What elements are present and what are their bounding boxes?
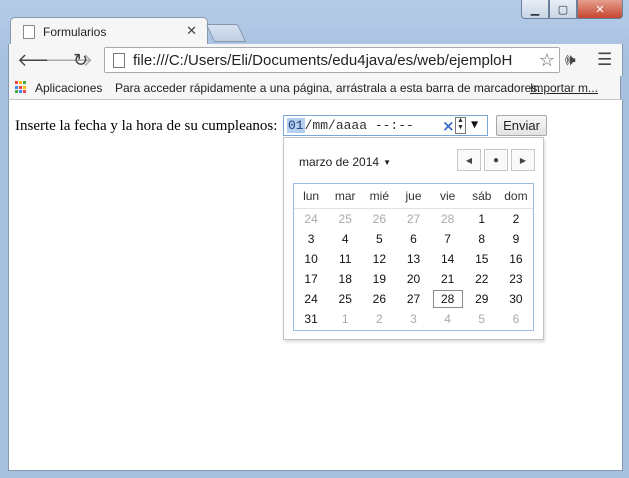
calendar-day[interactable]: 4 [431,309,465,329]
dropdown-arrow-icon[interactable]: ▼ [471,118,478,132]
day-segment[interactable]: 01 [287,118,305,133]
date-rest[interactable]: /mm/aaaa --:-- [305,118,414,133]
calendar-day[interactable]: 11 [328,249,362,269]
calendar-day[interactable]: 21 [431,269,465,289]
calendar-day[interactable]: 15 [465,249,499,269]
page-icon [23,24,35,39]
datetime-input[interactable]: 01/mm/aaaa --:-- × ▲ ▼ ▼ [283,115,488,136]
calendar-day[interactable]: 6 [396,229,430,249]
calendar-day[interactable]: 22 [465,269,499,289]
calendar-day[interactable]: 5 [362,229,396,249]
month-selector[interactable]: marzo de 2014 ▼ [299,155,391,169]
tab-title: Formularios [43,24,107,39]
calendar-day[interactable]: 16 [499,249,533,269]
calendar-day[interactable]: 3 [396,309,430,329]
caret-down-icon: ▼ [383,158,391,167]
calendar-day[interactable]: 2 [362,309,396,329]
weekday-label: mar [334,189,356,203]
calendar-day-today[interactable]: 28 [432,290,463,308]
calendar-grid: lun mar mié jue vie sáb dom 24 25 26 27 28 1 2 3 4 5 6 7 8… [293,183,534,331]
calendar-day[interactable]: 3 [294,229,328,249]
bookmarks-bar: Aplicaciones Para acceder rápidamente a … [8,76,621,100]
month-navigation: ◀ ● ▶ [454,149,535,171]
calendar-day[interactable]: 29 [465,289,499,309]
calendar-day[interactable]: 14 [431,249,465,269]
calendar-day[interactable]: 9 [499,229,533,249]
url-text: file:///C:/Users/Eli/Documents/edu4java/… [133,51,513,69]
calendar-day[interactable]: 31 [294,309,328,329]
calendar-day[interactable]: 6 [499,309,533,329]
calendar-day[interactable]: 24 [294,209,328,229]
window-controls: ▁ ▢ ✕ [521,0,623,19]
minimize-button[interactable]: ▁ [521,0,549,19]
calendar-day[interactable]: 4 [328,229,362,249]
maximize-button[interactable]: ▢ [549,0,577,19]
calendar-day[interactable]: 2 [499,209,533,229]
new-tab-button[interactable] [205,24,247,42]
calendar-days: 24 25 26 27 28 1 2 3 4 5 6 7 8 9 10 11 12 13 14 15 16 17 18 19 2… [294,209,533,329]
calendar-popup: marzo de 2014 ▼ ◀ ● ▶ lun mar mié jue vie sáb d… [283,137,544,340]
calendar-day[interactable]: 1 [465,209,499,229]
apps-link[interactable]: Aplicaciones [35,81,102,95]
calendar-day[interactable]: 20 [396,269,430,289]
address-bar[interactable]: file:///C:/Users/Eli/Documents/edu4java/… [104,47,560,73]
calendar-day[interactable]: 23 [499,269,533,289]
calendar-day[interactable]: 1 [328,309,362,329]
weekday-label: lun [303,189,320,203]
reload-icon[interactable]: ↻ [73,50,88,71]
calendar-day[interactable]: 27 [396,209,430,229]
calendar-day[interactable]: 5 [465,309,499,329]
spinner-icon[interactable]: ▲ ▼ [455,117,466,134]
weekday-header: lun mar mié jue vie sáb dom [294,184,533,209]
calendar-day[interactable]: 26 [362,209,396,229]
speaker-icon[interactable]: 🕪 [565,50,576,70]
weekday-label: dom [504,189,528,203]
calendar-day[interactable]: 26 [362,289,396,309]
calendar-day[interactable]: 24 [294,289,328,309]
bookmarks-hint: Para acceder rápidamente a una página, a… [115,81,541,95]
calendar-day[interactable]: 18 [328,269,362,289]
calendar-day[interactable]: 19 [362,269,396,289]
clear-icon[interactable]: × [442,117,455,135]
browser-tab[interactable]: Formularios ✕ [10,17,208,45]
calendar-day[interactable]: 30 [499,289,533,309]
calendar-day[interactable]: 10 [294,249,328,269]
calendar-day[interactable]: 28 [431,209,465,229]
browser-window: ▁ ▢ ✕ Formularios ✕ 🡐 🡒 ↻ file:///C:/Use… [0,0,629,478]
today-button[interactable]: ● [484,149,508,171]
page-content: Inserte la fecha y la hora de su cumplea… [8,100,623,471]
calendar-day[interactable]: 25 [328,209,362,229]
calendar-day[interactable]: 17 [294,269,328,289]
apps-icon[interactable] [15,81,28,94]
toolbar: 🡐 🡒 ↻ file:///C:/Users/Eli/Documents/edu… [8,44,623,76]
weekday-label: jue [405,189,422,203]
month-label: marzo de 2014 [299,155,380,169]
weekday-label: vie [439,189,456,203]
menu-icon[interactable]: ☰ [597,50,612,70]
weekday-label: sáb [472,189,492,203]
weekday-label: mié [369,189,390,203]
prev-month-button[interactable]: ◀ [457,149,481,171]
calendar-day[interactable]: 12 [362,249,396,269]
submit-button[interactable]: Enviar [496,115,547,136]
calendar-day[interactable]: 13 [396,249,430,269]
calendar-day[interactable]: 8 [465,229,499,249]
calendar-day[interactable]: 27 [396,289,430,309]
file-icon [113,52,125,68]
next-month-button[interactable]: ▶ [511,149,535,171]
close-tab-icon[interactable]: ✕ [186,24,197,39]
calendar-day[interactable]: 25 [328,289,362,309]
calendar-day[interactable]: 7 [431,229,465,249]
import-bookmarks-link[interactable]: Importar m... [530,81,598,95]
birthday-label: Inserte la fecha y la hora de su cumplea… [15,118,278,134]
close-window-button[interactable]: ✕ [577,0,623,19]
star-icon[interactable]: ☆ [539,50,555,71]
